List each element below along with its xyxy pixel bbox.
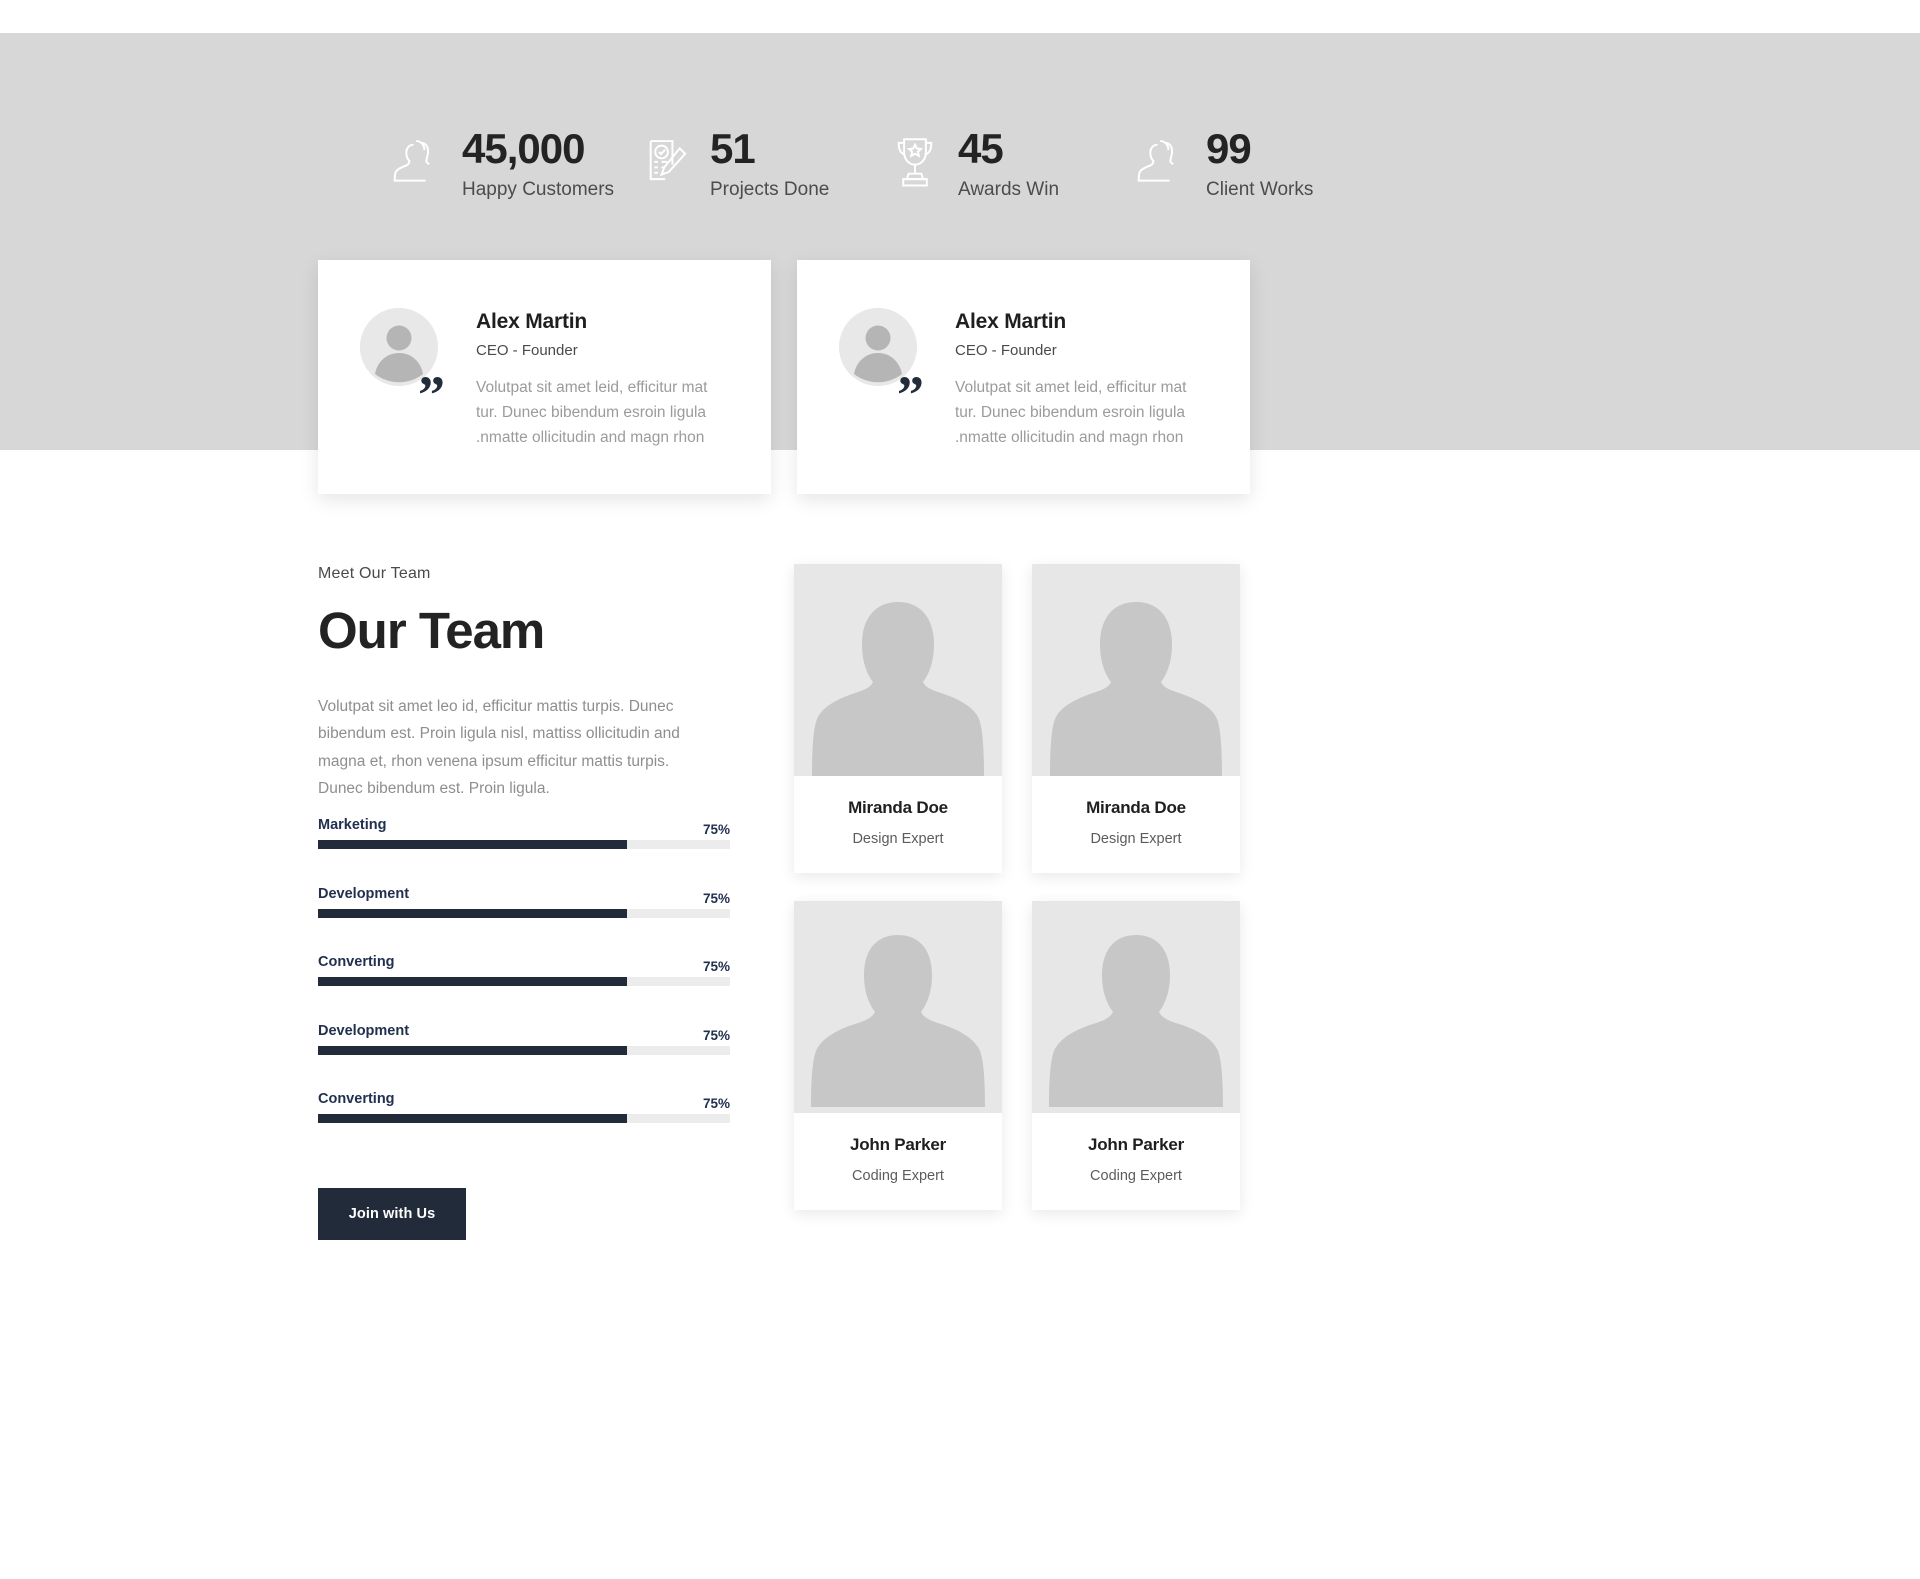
stat-label: Happy Customers xyxy=(462,179,615,200)
team-intro: Meet Our Team Our Team Volutpat sit amet… xyxy=(318,565,738,803)
team-member-info: John Parker Coding Expert xyxy=(1032,1113,1240,1210)
skill-item: Marketing 75% xyxy=(318,817,730,849)
team-member-name: Miranda Doe xyxy=(848,798,948,817)
testimonial-body: Alex Martin CEO - Founder Volutpat sit a… xyxy=(476,308,729,450)
stat-client-works: 99 Client Works xyxy=(1134,128,1382,201)
team-member-info: Miranda Doe Design Expert xyxy=(1032,776,1240,873)
team-member-card[interactable]: Miranda Doe Design Expert xyxy=(794,564,1002,873)
team-member-name: John Parker xyxy=(849,1135,947,1154)
testimonial-text: Volutpat sit amet leid, efficitur mat tu… xyxy=(476,379,708,447)
skill-fill xyxy=(318,977,627,986)
female-silhouette-icon xyxy=(794,564,1002,776)
team-members-grid: Miranda Doe Design Expert Miranda Doe De… xyxy=(794,564,1240,1210)
skill-fill xyxy=(318,840,627,849)
skill-item: Development 75% xyxy=(318,886,730,918)
testimonial-card: ” Alex Martin CEO - Founder Volutpat sit… xyxy=(797,260,1250,495)
skill-fill xyxy=(318,908,627,918)
testimonial-text: Volutpat sit amet leid, efficitur mat tu… xyxy=(955,379,1187,447)
quote-icon: ” xyxy=(897,365,924,425)
team-description: Volutpat sit amet leo id, efficitur matt… xyxy=(318,697,680,798)
testimonial-card: ” Alex Martin CEO - Founder Volutpat sit… xyxy=(318,260,771,495)
stat-awards-win: 45 Awards Win xyxy=(886,128,1134,201)
stat-label: Projects Done xyxy=(710,179,830,200)
team-member-role: Coding Expert xyxy=(1090,1168,1182,1184)
skill-track xyxy=(318,977,730,986)
stat-text: 99 Client Works xyxy=(1206,128,1313,201)
skills-list: Marketing 75% Development 75% Converting… xyxy=(318,817,730,1160)
page-title: Our Team xyxy=(318,602,545,659)
stat-text: 45 Awards Win xyxy=(958,128,1059,201)
section-eyebrow: Meet Our Team xyxy=(318,565,431,582)
skill-label: Marketing xyxy=(318,817,387,833)
testimonial-body: Alex Martin CEO - Founder Volutpat sit a… xyxy=(955,308,1208,450)
users-outline-icon xyxy=(390,130,448,192)
female-silhouette-icon xyxy=(1032,564,1240,776)
skill-header: Development 75% xyxy=(318,885,730,906)
testimonials-list: ” Alex Martin CEO - Founder Volutpat sit… xyxy=(318,260,1608,495)
stat-label: Client Works xyxy=(1206,179,1314,200)
team-member-role: Design Expert xyxy=(852,831,944,847)
clipboard-pencil-icon xyxy=(638,130,696,192)
users-outline-icon xyxy=(1134,130,1192,192)
trophy-icon xyxy=(886,130,944,192)
skill-track xyxy=(318,840,730,849)
stat-happy-customers: 45,000 Happy Customers xyxy=(390,128,638,201)
skill-header: Marketing 75% xyxy=(318,817,730,837)
stat-projects-done: 51 Projects Done xyxy=(638,128,886,201)
skill-percent: 75% xyxy=(702,890,730,906)
skill-track xyxy=(318,908,730,918)
skill-track xyxy=(318,1114,730,1123)
stat-number: 99 xyxy=(1206,125,1252,172)
team-member-name: Miranda Doe xyxy=(1086,798,1186,817)
skill-percent: 75% xyxy=(702,822,730,837)
skill-fill xyxy=(318,1114,627,1123)
quote-icon: ” xyxy=(418,365,445,425)
testimonial-name: Alex Martin xyxy=(476,310,587,333)
testimonial-role: CEO - Founder xyxy=(955,342,1057,359)
stat-text: 51 Projects Done xyxy=(710,128,829,201)
stat-number: 51 xyxy=(710,125,756,172)
skill-header: Converting 75% xyxy=(318,954,730,974)
skill-percent: 75% xyxy=(702,1096,730,1111)
testimonial-name: Alex Martin xyxy=(955,310,1066,333)
team-member-info: Miranda Doe Design Expert xyxy=(794,776,1002,873)
skill-header: Development 75% xyxy=(318,1022,730,1043)
skill-item: Development 75% xyxy=(318,1023,730,1055)
team-member-role: Coding Expert xyxy=(852,1168,944,1184)
team-member-card[interactable]: John Parker Coding Expert xyxy=(1032,901,1240,1210)
skill-label: Converting xyxy=(318,954,395,970)
testimonial-role: CEO - Founder xyxy=(476,342,578,359)
team-member-role: Design Expert xyxy=(1090,831,1182,847)
male-silhouette-icon xyxy=(794,901,1002,1113)
skill-label: Converting xyxy=(318,1091,395,1107)
stat-text: 45,000 Happy Customers xyxy=(462,128,614,201)
skill-percent: 75% xyxy=(702,1027,730,1043)
stat-label: Awards Win xyxy=(958,179,1060,200)
testimonial-avatar-wrap: ” xyxy=(839,308,924,450)
skill-item: Converting 75% xyxy=(318,954,730,986)
team-member-card[interactable]: John Parker Coding Expert xyxy=(794,901,1002,1210)
skill-percent: 75% xyxy=(702,959,730,974)
skill-label: Development xyxy=(318,1022,410,1039)
skill-header: Converting 75% xyxy=(318,1091,730,1111)
stats-row: 45,000 Happy Customers 51 Projects Done xyxy=(390,128,1382,201)
skill-label: Development xyxy=(318,885,410,902)
team-member-card[interactable]: Miranda Doe Design Expert xyxy=(1032,564,1240,873)
team-member-name: John Parker xyxy=(1087,1135,1185,1154)
skill-track xyxy=(318,1045,730,1055)
skill-fill xyxy=(318,1045,627,1055)
join-with-us-button[interactable]: Join with Us xyxy=(318,1188,466,1240)
team-member-info: John Parker Coding Expert xyxy=(794,1113,1002,1210)
testimonial-avatar-wrap: ” xyxy=(360,308,445,450)
male-silhouette-icon xyxy=(1032,901,1240,1113)
stat-number: 45 xyxy=(958,125,1004,172)
stat-number: 45,000 xyxy=(462,125,585,172)
skill-item: Converting 75% xyxy=(318,1091,730,1123)
